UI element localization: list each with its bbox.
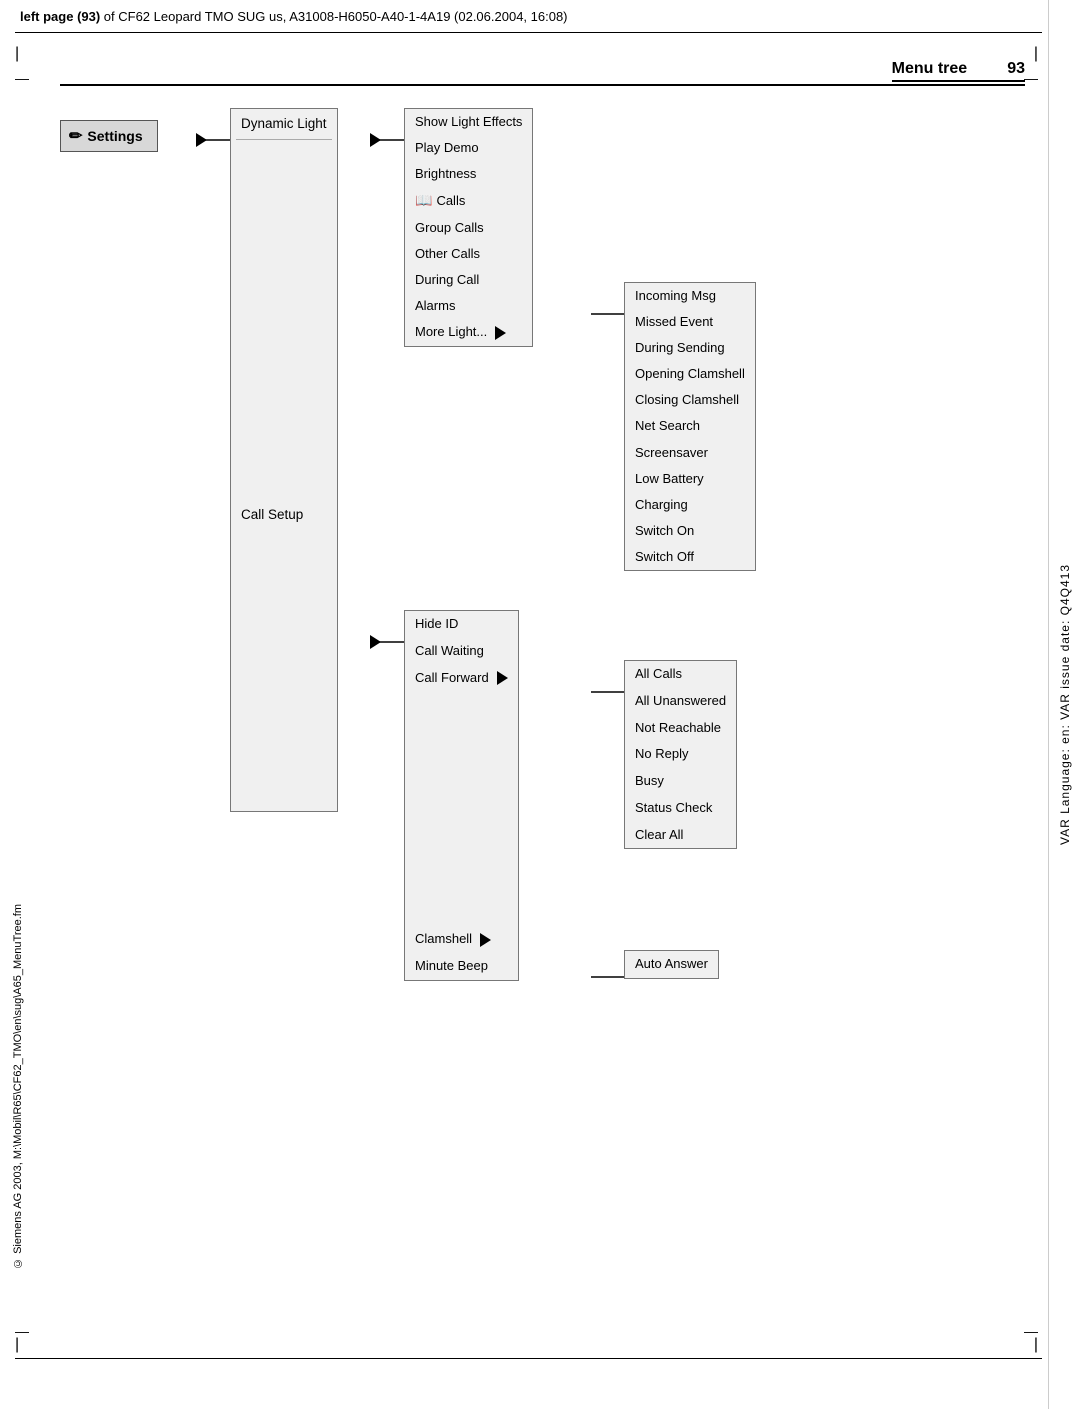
connectors-svg xyxy=(0,0,1080,1409)
col3-item-net-search[interactable]: Net Search xyxy=(625,413,755,439)
title-underline xyxy=(892,80,1025,82)
title-hr xyxy=(60,84,1025,86)
col4-item-call-waiting[interactable]: Call Waiting xyxy=(405,638,518,665)
col6-item-auto-answer[interactable]: Auto Answer xyxy=(625,951,718,978)
col3-item-switch-on[interactable]: Switch On xyxy=(625,518,755,544)
triangle-col4-col5 xyxy=(497,671,508,685)
col1-spacer-1 xyxy=(231,140,337,500)
page-title-area: Menu tree 93 xyxy=(892,60,1025,78)
settings-icon: ✏ xyxy=(69,126,82,146)
col3-item-missed-event[interactable]: Missed Event xyxy=(625,309,755,335)
col2-item-calls[interactable]: 📖 Calls xyxy=(405,187,532,215)
arrow-col1-col4 xyxy=(370,635,381,649)
header-rest: of CF62 Leopard TMO SUG us, A31008-H6050… xyxy=(100,9,567,24)
bottom-rule xyxy=(15,1358,1042,1359)
col4-box: Hide ID Call Waiting Call Forward Clamsh… xyxy=(404,610,519,981)
col3-container: Incoming Msg Missed Event During Sending… xyxy=(624,282,756,571)
right-sidebar: VAR Language: en: VAR issue date: Q4Q413 xyxy=(1048,0,1080,1409)
col3-item-during-sending[interactable]: During Sending xyxy=(625,335,755,361)
col3-item-charging[interactable]: Charging xyxy=(625,492,755,518)
page-number: 93 xyxy=(1007,60,1025,78)
triangle-col1-col2 xyxy=(370,133,381,147)
footer-text: © Siemens AG 2003, M:\Mobil\R65\CF62_TMO… xyxy=(12,904,24,1269)
col4-item-clamshell[interactable]: Clamshell xyxy=(405,926,518,953)
col5-item-clear-all[interactable]: Clear All xyxy=(625,822,736,849)
triangle-col2-col3 xyxy=(495,326,506,340)
col4-container: Hide ID Call Waiting Call Forward Clamsh… xyxy=(404,610,519,981)
col5-container: All Calls All Unanswered Not Reachable N… xyxy=(624,660,737,849)
triangle-col4-col6 xyxy=(480,933,491,947)
col3-item-screensaver[interactable]: Screensaver xyxy=(625,440,755,466)
top-rule xyxy=(15,32,1042,33)
col4-item-call-forward[interactable]: Call Forward xyxy=(405,665,518,692)
col5-item-all-unanswered[interactable]: All Unanswered xyxy=(625,688,736,715)
dash-right: — xyxy=(1024,70,1038,86)
arrow-col1-col2 xyxy=(370,133,381,147)
col3-box: Incoming Msg Missed Event During Sending… xyxy=(624,282,756,571)
col2-item-other-calls[interactable]: Other Calls xyxy=(405,241,532,267)
col2-container: Show Light Effects Play Demo Brightness … xyxy=(404,108,533,347)
triangle-col1-col4 xyxy=(370,635,381,649)
col6-box: Auto Answer xyxy=(624,950,719,979)
col5-item-all-calls[interactable]: All Calls xyxy=(625,661,736,688)
dash-bottom-left: — xyxy=(15,1323,29,1339)
col5-item-status-check[interactable]: Status Check xyxy=(625,795,736,822)
col2-item-play-demo[interactable]: Play Demo xyxy=(405,135,532,161)
col1-item-call-setup[interactable]: Call Setup xyxy=(231,500,337,530)
col1-container: Dynamic Light Call Setup xyxy=(230,108,338,812)
col1-spacer-2 xyxy=(231,531,337,811)
arrow-settings-col1 xyxy=(196,133,207,147)
header-bold: left page (93) xyxy=(20,9,100,24)
col2-item-show-light-effects[interactable]: Show Light Effects xyxy=(405,109,532,135)
col3-item-opening-clamshell[interactable]: Opening Clamshell xyxy=(625,361,755,387)
page-title-label: Menu tree xyxy=(892,60,968,78)
col3-item-closing-clamshell[interactable]: Closing Clamshell xyxy=(625,387,755,413)
col2-item-brightness[interactable]: Brightness xyxy=(405,161,532,187)
tick-bottom-right: | xyxy=(1034,1337,1038,1353)
col5-item-not-reachable[interactable]: Not Reachable xyxy=(625,715,736,742)
header-text: left page (93) of CF62 Leopard TMO SUG u… xyxy=(20,9,568,24)
col2-item-more-light[interactable]: More Light... xyxy=(405,319,532,345)
col3-item-incoming-msg[interactable]: Incoming Msg xyxy=(625,283,755,309)
col3-item-switch-off[interactable]: Switch Off xyxy=(625,544,755,570)
col5-item-busy[interactable]: Busy xyxy=(625,768,736,795)
col4-item-hide-id[interactable]: Hide ID xyxy=(405,611,518,638)
calls-icon: 📖 xyxy=(415,189,432,213)
tick-top-right: | xyxy=(1034,46,1038,62)
col5-item-no-reply[interactable]: No Reply xyxy=(625,741,736,768)
settings-node[interactable]: ✏ Settings xyxy=(60,120,158,152)
col1-item-dynamic-light[interactable]: Dynamic Light xyxy=(231,109,337,139)
tick-top-left: | xyxy=(15,46,19,62)
col2-item-during-call[interactable]: During Call xyxy=(405,267,532,293)
header-bar: left page (93) of CF62 Leopard TMO SUG u… xyxy=(0,0,1050,32)
col4-spacer xyxy=(405,691,518,926)
col3-item-low-battery[interactable]: Low Battery xyxy=(625,466,755,492)
col1-box: Dynamic Light Call Setup xyxy=(230,108,338,812)
col6-container: Auto Answer xyxy=(624,950,719,979)
col2-item-alarms[interactable]: Alarms xyxy=(405,293,532,319)
dash-bottom-right: — xyxy=(1024,1323,1038,1339)
dash-left: — xyxy=(15,70,29,86)
page-wrap: left page (93) of CF62 Leopard TMO SUG u… xyxy=(0,0,1080,1409)
tick-bottom-left: | xyxy=(15,1337,19,1353)
col2-box: Show Light Effects Play Demo Brightness … xyxy=(404,108,533,347)
col4-item-minute-beep[interactable]: Minute Beep xyxy=(405,953,518,980)
settings-label: Settings xyxy=(87,128,142,144)
col5-box: All Calls All Unanswered Not Reachable N… xyxy=(624,660,737,849)
col2-item-group-calls[interactable]: Group Calls xyxy=(405,215,532,241)
triangle-settings-col1 xyxy=(196,133,207,147)
right-bar-text: VAR Language: en: VAR issue date: Q4Q413 xyxy=(1058,564,1072,845)
